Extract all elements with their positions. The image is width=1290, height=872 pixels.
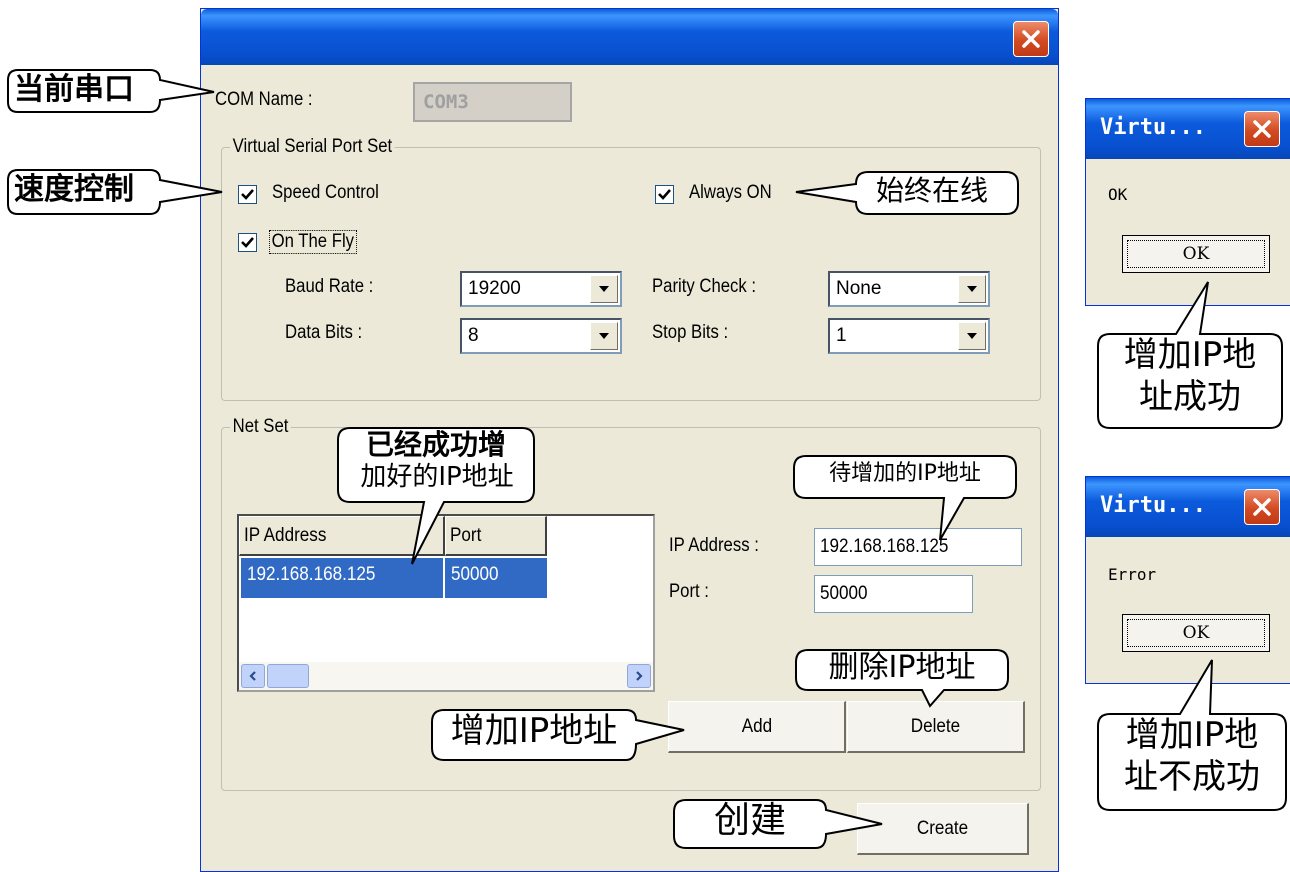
column-header-label: Port xyxy=(450,525,482,546)
callout-current-port: 当前串口 xyxy=(14,72,134,107)
success-message-box: Virtu... OK OK xyxy=(1085,98,1290,306)
create-button[interactable]: Create xyxy=(857,803,1029,855)
scroll-right-button[interactable] xyxy=(627,664,651,688)
delete-button-label: Delete xyxy=(910,715,961,737)
ip-address-label: IP Address : xyxy=(669,535,759,556)
ip-list[interactable]: IP Address Port 192.168.168.125 50000 xyxy=(237,514,655,692)
parity-check-value: None xyxy=(836,278,882,299)
close-icon xyxy=(1022,30,1040,48)
callout-add-ip: 增加IP地址 xyxy=(450,711,618,751)
chevron-down-icon xyxy=(967,286,977,292)
checkmark-icon xyxy=(241,237,254,248)
dropdown-button[interactable] xyxy=(590,322,618,350)
callout-pending-ip: 待增加的IP地址 xyxy=(829,461,981,486)
close-button[interactable] xyxy=(1244,489,1280,525)
callout-always-online: 始终在线 xyxy=(876,174,989,207)
delete-button[interactable]: Delete xyxy=(847,701,1025,753)
port-input[interactable]: 50000 xyxy=(814,575,973,613)
ok-button[interactable]: OK xyxy=(1122,235,1270,273)
baud-rate-label: Baud Rate : xyxy=(285,276,374,297)
stop-bits-value: 1 xyxy=(836,325,847,346)
data-bits-select[interactable]: 8 xyxy=(460,318,622,354)
stop-bits-select[interactable]: 1 xyxy=(828,318,990,354)
dialog-titlebar xyxy=(201,9,1058,65)
baud-rate-select[interactable]: 19200 xyxy=(460,271,622,307)
speed-control-checkbox[interactable] xyxy=(238,185,257,204)
chevron-down-icon xyxy=(599,333,609,339)
create-button-label: Create xyxy=(916,817,969,839)
on-the-fly-checkbox[interactable] xyxy=(238,233,257,252)
chevron-right-icon xyxy=(636,671,643,681)
callout-delete-ip: 删除IP地址 xyxy=(828,650,976,685)
close-icon xyxy=(1253,120,1271,138)
data-bits-label: Data Bits : xyxy=(285,322,363,343)
dropdown-button[interactable] xyxy=(958,322,986,350)
callout-speed-control: 速度控制 xyxy=(14,172,134,207)
port-value: 50000 xyxy=(820,583,868,604)
port-label: Port : xyxy=(669,581,709,602)
chevron-left-icon xyxy=(249,671,256,681)
column-header-ip-address[interactable]: IP Address xyxy=(239,516,445,556)
message-text: OK xyxy=(1108,185,1128,204)
error-message-box: Virtu... Error OK xyxy=(1085,476,1290,684)
virtual-serial-port-group-title: Virtual Serial Port Set xyxy=(230,136,395,158)
table-cell: 192.168.168.125 xyxy=(247,564,376,585)
checkmark-icon xyxy=(241,189,254,200)
ip-address-input[interactable]: 192.168.168.125 xyxy=(814,528,1022,566)
column-header-label: IP Address xyxy=(244,525,327,546)
horizontal-scrollbar[interactable] xyxy=(239,662,653,690)
callout-add-success-line1: 增加IP地 xyxy=(1123,335,1257,375)
callout-added-ip-line1: 已经成功增 xyxy=(365,428,506,461)
parity-check-select[interactable]: None xyxy=(828,271,990,307)
message-title: Virtu... xyxy=(1100,115,1206,140)
scroll-left-button[interactable] xyxy=(241,664,265,688)
message-title: Virtu... xyxy=(1100,493,1206,518)
parity-check-label: Parity Check : xyxy=(652,276,757,297)
add-button[interactable]: Add xyxy=(668,701,846,753)
speed-control-label: Speed Control xyxy=(272,182,379,203)
on-the-fly-label: On The Fly xyxy=(269,230,357,254)
stop-bits-label: Stop Bits : xyxy=(652,322,729,343)
scroll-thumb[interactable] xyxy=(267,664,309,688)
focus-ring xyxy=(1127,619,1265,647)
callout-add-fail-line2: 址不成功 xyxy=(1124,757,1260,797)
dropdown-button[interactable] xyxy=(958,275,986,303)
table-row-port[interactable]: 50000 xyxy=(445,558,547,598)
callout-create: 创建 xyxy=(713,800,786,841)
net-set-group-title: Net Set xyxy=(230,416,292,438)
table-cell: 50000 xyxy=(451,564,499,585)
callout-added-ip-line2: 加好的IP地址 xyxy=(360,462,514,492)
close-button[interactable] xyxy=(1013,21,1049,57)
column-header-port[interactable]: Port xyxy=(445,516,547,556)
checkmark-icon xyxy=(658,189,671,200)
close-icon xyxy=(1253,498,1271,516)
com-name-value: COM3 xyxy=(423,91,469,113)
table-row-ip[interactable]: 192.168.168.125 xyxy=(241,558,443,598)
always-on-label: Always ON xyxy=(689,182,772,203)
ip-address-value: 192.168.168.125 xyxy=(820,536,949,557)
add-button-label: Add xyxy=(741,715,772,737)
data-bits-value: 8 xyxy=(468,325,479,346)
message-text: Error xyxy=(1108,565,1157,584)
callout-add-fail-line1: 增加IP地 xyxy=(1125,715,1259,755)
dropdown-button[interactable] xyxy=(590,275,618,303)
callout-add-success-line2: 址成功 xyxy=(1139,377,1241,417)
com-name-field: COM3 xyxy=(413,82,572,122)
close-button[interactable] xyxy=(1244,111,1280,147)
chevron-down-icon xyxy=(599,286,609,292)
focus-ring xyxy=(1127,240,1265,268)
com-name-label: COM Name : xyxy=(215,89,313,110)
chevron-down-icon xyxy=(967,333,977,339)
baud-rate-value: 19200 xyxy=(468,278,521,299)
ok-button[interactable]: OK xyxy=(1122,614,1270,652)
always-on-checkbox[interactable] xyxy=(655,185,674,204)
